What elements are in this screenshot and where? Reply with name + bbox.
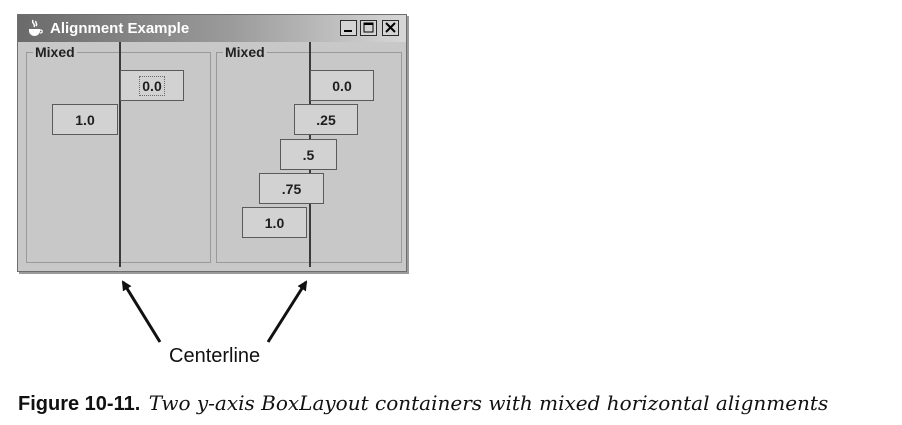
callout-arrows — [121, 280, 308, 343]
left-centerline-arrow — [121, 280, 162, 343]
figure-caption-text: Two y-axis BoxLayout containers with mix… — [148, 391, 829, 415]
centerline-label: Centerline — [169, 345, 261, 367]
figure-number: Figure 10-11. — [18, 393, 141, 415]
right-centerline-arrow — [266, 280, 308, 343]
figure-caption: Figure 10-11. Two y-axis BoxLayout conta… — [18, 391, 828, 416]
